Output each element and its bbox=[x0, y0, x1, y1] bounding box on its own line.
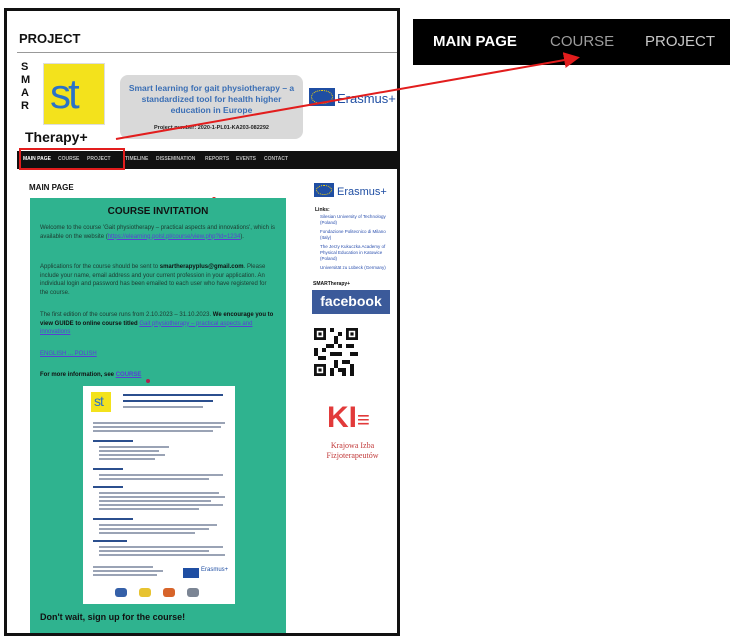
invitation-title: COURSE INVITATION bbox=[107, 206, 209, 217]
invitation-paragraph: The first edition of the course runs fro… bbox=[40, 311, 276, 337]
kif-mark: KI≡ bbox=[327, 401, 370, 434]
zoomed-nav-project[interactable]: PROJECT bbox=[645, 33, 715, 50]
logo-smar-letters: S M A R bbox=[21, 61, 30, 113]
poster-erasmus-text: Erasmus+ bbox=[201, 567, 229, 573]
course-url-link[interactable]: https://elearning.polsl.pl/course/view.p… bbox=[108, 234, 241, 240]
website-screenshot: PROJECT S M A R st Therapy+ Smart learni… bbox=[4, 8, 400, 636]
page-title: PROJECT bbox=[19, 31, 81, 46]
nav-reports[interactable]: REPORTS bbox=[205, 156, 229, 162]
qr-code-icon bbox=[314, 328, 358, 376]
nav-timeline[interactable]: TIMELINE bbox=[125, 156, 148, 162]
logo-letter: S bbox=[21, 61, 29, 73]
erasmus-logo-text: Erasmus+ bbox=[337, 91, 396, 106]
title-divider bbox=[17, 52, 397, 53]
st-logo: st bbox=[43, 63, 105, 125]
zoomed-nav-main-page[interactable]: MAIN PAGE bbox=[433, 33, 517, 50]
course-poster-image[interactable]: st Erasmus+ bbox=[83, 386, 235, 604]
paragraph-text: The first edition of the course runs fro… bbox=[40, 312, 213, 318]
project-description-box: Smart learning for gait physiotherapy – … bbox=[120, 75, 303, 139]
logo-therapy-text: Therapy+ bbox=[25, 129, 88, 145]
eu-flag-icon bbox=[314, 183, 334, 197]
course-link[interactable]: COURSE bbox=[116, 372, 142, 378]
logo-letter: R bbox=[21, 100, 29, 112]
course-invitation-panel: COURSE INVITATION Welcome to the course … bbox=[30, 198, 286, 633]
eu-flag-icon bbox=[309, 88, 335, 106]
more-info-label: For more information, see bbox=[40, 372, 116, 378]
project-number: Project number: 2020-1-PL01-KA203-082292 bbox=[154, 125, 269, 131]
signup-call-to-action: Don't wait, sign up for the course! bbox=[40, 612, 186, 622]
partner-logo-icon bbox=[139, 588, 151, 597]
contact-email: smartherapyplus@gmail.com bbox=[159, 264, 244, 270]
invitation-paragraph: Welcome to the course 'Gait physiotherap… bbox=[40, 224, 276, 241]
partner-logo-icon bbox=[115, 588, 127, 597]
more-info-line: For more information, see COURSE bbox=[40, 372, 141, 378]
highlight-box bbox=[19, 148, 125, 170]
partner-link[interactable]: Fondazione Politecnico di Milano (Italy) bbox=[320, 229, 397, 241]
nav-events[interactable]: EVENTS bbox=[236, 156, 256, 162]
partner-link[interactable]: The Jerzy Kukuczka Academy of Physical E… bbox=[320, 244, 397, 262]
zoomed-nav-bar: MAIN PAGE COURSE PROJECT bbox=[413, 19, 730, 65]
partner-link[interactable]: Silesian University of Technology (Polan… bbox=[320, 214, 397, 226]
invitation-paragraph: Applications for the course should be se… bbox=[40, 263, 276, 297]
partner-link[interactable]: Universität zu Lübeck (Germany) bbox=[320, 265, 397, 271]
zoomed-nav-course[interactable]: COURSE bbox=[550, 33, 614, 50]
poster-logo-icon: st bbox=[91, 392, 111, 412]
nav-dissemination[interactable]: DISSEMINATION bbox=[156, 156, 195, 162]
kif-name: Krajowa Izba Fizjoterapeutów bbox=[326, 441, 379, 460]
logo-letter: A bbox=[21, 87, 29, 99]
kif-mark-text: KI bbox=[327, 401, 357, 434]
nav-contact[interactable]: CONTACT bbox=[264, 156, 288, 162]
paragraph-text: ). bbox=[240, 233, 244, 240]
partner-logo-icon bbox=[163, 588, 175, 597]
main-heading: MAIN PAGE bbox=[29, 183, 74, 192]
links-heading: Links: bbox=[315, 207, 330, 213]
marker-dot bbox=[146, 379, 150, 383]
language-links[interactable]: ENGLISH ... POLISH bbox=[40, 350, 276, 359]
st-logo-text: st bbox=[50, 70, 80, 117]
facebook-button[interactable]: facebook bbox=[312, 290, 390, 314]
paragraph-text: Applications for the course should be se… bbox=[40, 264, 160, 270]
facebook-label: facebook bbox=[320, 293, 382, 309]
smartherapy-label: SMARTherapy+ bbox=[313, 281, 351, 287]
partner-logo-icon bbox=[187, 588, 199, 597]
logo-letter: M bbox=[21, 74, 31, 86]
eu-flag-icon bbox=[183, 568, 199, 578]
erasmus-logo-text: Erasmus+ bbox=[337, 186, 387, 198]
project-description: Smart learning for gait physiotherapy – … bbox=[128, 83, 295, 115]
